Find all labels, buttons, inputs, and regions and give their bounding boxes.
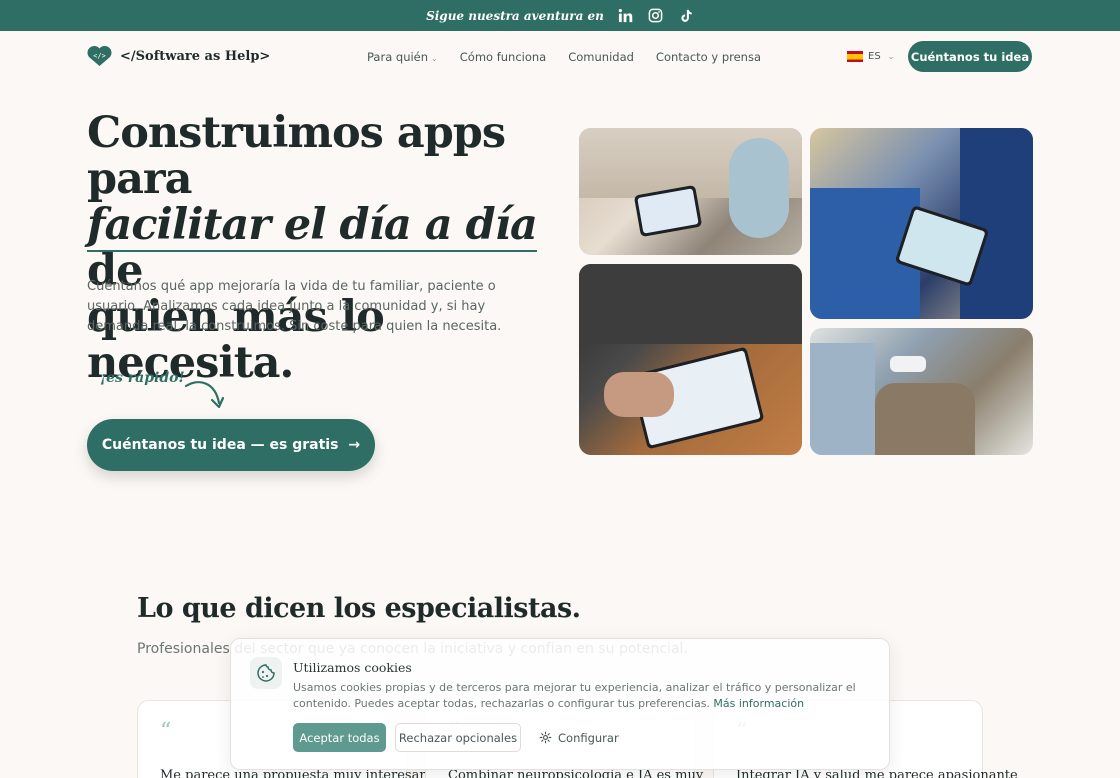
chevron-down-icon: ⌄: [431, 54, 438, 63]
accept-all-button[interactable]: Aceptar todas: [293, 723, 386, 752]
photo-elderly-hand-tablet: [579, 264, 802, 455]
chevron-down-icon: ⌄: [887, 52, 895, 61]
hero-cta-button[interactable]: Cuéntanos tu idea — es gratis →: [87, 419, 375, 471]
cookie-icon: [250, 657, 282, 689]
nav-item-comunidad[interactable]: Comunidad: [568, 50, 634, 64]
linkedin-icon[interactable]: [618, 8, 634, 24]
follow-text: Sigue nuestra aventura en: [426, 8, 604, 23]
nav-cta-button[interactable]: Cuéntanos tu idea: [908, 41, 1032, 72]
arrow-right-icon: →: [348, 437, 361, 453]
more-info-link[interactable]: Más información: [713, 697, 804, 710]
configure-button[interactable]: Configurar: [539, 723, 619, 752]
tiktok-icon[interactable]: [678, 8, 694, 24]
language-selector[interactable]: ES ⌄: [847, 51, 894, 62]
social-topbar: Sigue nuestra aventura en: [0, 0, 1120, 31]
main-navigation: </> </Software as Help> Para quién ⌄ Cómo…: [0, 31, 1120, 83]
photo-nurse-child-tablet: [810, 128, 1033, 319]
cookie-banner: Utilizamos cookies Usamos cookies propia…: [230, 638, 890, 770]
hero-title-line1: Construimos apps para: [87, 108, 506, 204]
cookie-title: Utilizamos cookies: [293, 660, 412, 675]
nav-item-como-funciona[interactable]: Cómo funciona: [460, 50, 546, 64]
hero-title: Construimos apps para facilitar el día a…: [87, 110, 547, 386]
brand-logo[interactable]: </> </Software as Help>: [87, 45, 270, 67]
language-code: ES: [868, 51, 881, 62]
photo-caregiver-tablet: [579, 128, 802, 255]
curved-arrow-icon: [184, 381, 225, 409]
nav-menu: Para quién ⌄ Cómo funciona Comunidad Cont…: [367, 50, 761, 64]
brand-mark-icon: </>: [87, 45, 112, 66]
configure-label: Configurar: [558, 730, 619, 745]
instagram-icon[interactable]: [648, 8, 664, 24]
gear-icon: [539, 731, 552, 744]
nav-item-para-quien[interactable]: Para quién ⌄: [367, 50, 438, 64]
hero-title-emphasis: facilitar el día a día: [87, 200, 538, 252]
nav-item-label: Para quién: [367, 50, 429, 64]
brand-name: </Software as Help>: [120, 48, 271, 64]
brand-mark-text: </>: [93, 52, 106, 60]
reject-optional-button[interactable]: Rechazar opcionales: [395, 723, 521, 752]
quick-note: ¡es rápido!: [100, 370, 185, 386]
cookie-body: Usamos cookies propias y de terceros par…: [293, 680, 878, 712]
quote-icon: “: [160, 719, 172, 744]
spain-flag-icon: [847, 51, 863, 62]
testimonials-title: Lo que dicen los especialistas.: [137, 593, 581, 624]
hero-cta-label: Cuéntanos tu idea — es gratis: [101, 437, 339, 453]
photo-vr-headset-patient: [810, 328, 1033, 455]
hero-subtitle: Cuéntanos qué app mejoraría la vida de t…: [87, 279, 502, 334]
nav-item-contacto[interactable]: Contacto y prensa: [656, 50, 761, 64]
